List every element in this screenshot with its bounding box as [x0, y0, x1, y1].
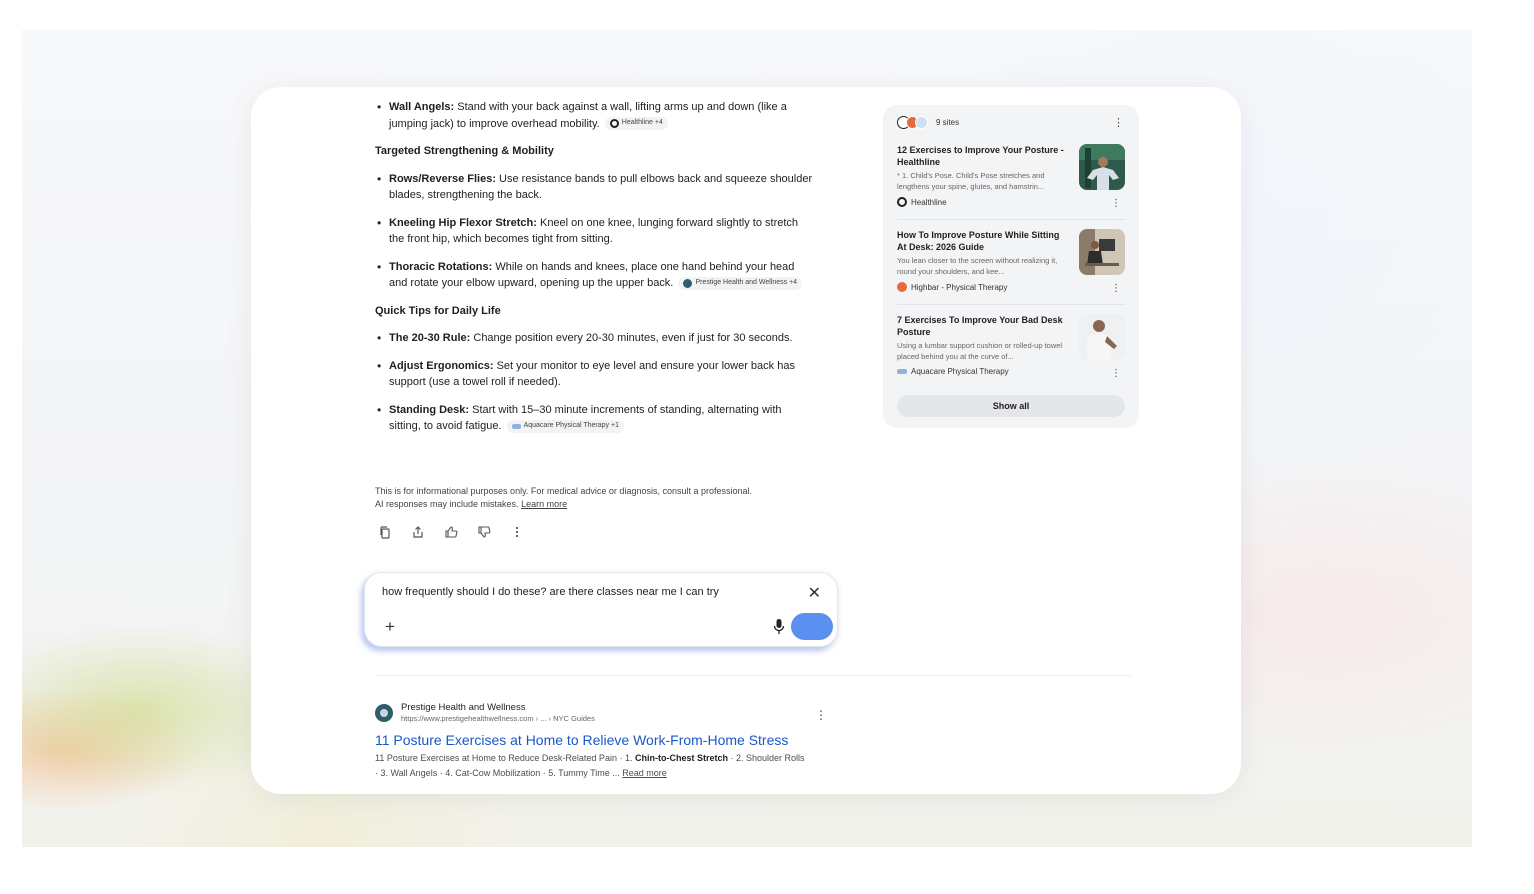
divider [897, 304, 1125, 305]
source-favicons [897, 116, 928, 129]
more-vert-icon[interactable]: ⋮ [1111, 198, 1121, 209]
result-url: https://www.prestigehealthwellness.com ›… [401, 714, 595, 723]
ai-disclaimer: This is for informational purposes only.… [375, 486, 753, 509]
section-heading: Quick Tips for Daily Life [375, 304, 501, 317]
send-button[interactable] [791, 613, 833, 640]
aquacare-icon [915, 116, 928, 129]
follow-up-input-box[interactable]: how frequently should I do these? are th… [364, 572, 838, 647]
mic-icon[interactable] [773, 618, 785, 636]
result-title-link[interactable]: 11 Posture Exercises at Home to Relieve … [375, 731, 835, 749]
healthline-icon [609, 119, 619, 129]
divider [897, 219, 1125, 220]
share-icon[interactable] [410, 524, 426, 540]
add-button[interactable]: + [378, 615, 402, 639]
result-source[interactable]: Prestige Health and Wellness https://www… [375, 702, 835, 724]
section-heading: Targeted Strengthening & Mobility [375, 145, 554, 157]
follow-up-input[interactable]: how frequently should I do these? are th… [382, 586, 719, 598]
list-item: Thoracic Rotations: While on hands and k… [375, 259, 815, 292]
sources-panel: 9 sites ⋮ 12 Exercises to Improve Your P… [883, 105, 1139, 428]
source-card[interactable]: How To Improve Posture While Sitting At … [897, 229, 1125, 294]
aquacare-icon [897, 369, 907, 374]
ai-answer-body: Wall Angels: Stand with your back agains… [375, 99, 815, 446]
source-card[interactable]: 7 Exercises To Improve Your Bad Desk Pos… [897, 314, 1125, 379]
list-item: Kneeling Hip Flexor Stretch: Kneel on on… [375, 215, 815, 248]
close-icon[interactable]: ✕ [808, 583, 821, 603]
source-thumbnail [1079, 314, 1125, 360]
list-item: Adjust Ergonomics: Set your monitor to e… [375, 358, 815, 391]
prestige-icon [683, 278, 693, 288]
source-thumbnail [1079, 144, 1125, 190]
result-more-icon[interactable]: ⋮ [815, 708, 827, 722]
learn-more-link[interactable]: Learn more [521, 499, 567, 509]
copy-icon[interactable] [377, 524, 393, 540]
healthline-icon [897, 197, 907, 207]
result-snippet: 11 Posture Exercises at Home to Reduce D… [375, 753, 805, 778]
more-vert-icon[interactable] [509, 524, 525, 540]
search-result: Prestige Health and Wellness https://www… [375, 702, 835, 781]
read-more-link[interactable]: Read more [622, 768, 667, 778]
list-item: Rows/Reverse Flies: Use resistance bands… [375, 171, 815, 204]
list-item: Standing Desk: Start with 15–30 minute i… [375, 402, 815, 435]
thumbs-down-icon[interactable] [476, 524, 492, 540]
source-card[interactable]: 12 Exercises to Improve Your Posture - H… [897, 144, 1125, 209]
sites-count: 9 sites [936, 118, 960, 127]
background-stage: Wall Angels: Stand with your back agains… [22, 30, 1472, 847]
search-results-card: Wall Angels: Stand with your back agains… [251, 87, 1241, 794]
divider [375, 675, 1131, 676]
more-vert-icon[interactable]: ⋮ [1111, 368, 1121, 379]
aquacare-icon [511, 423, 521, 429]
list-item: The 20-30 Rule: Change position every 20… [375, 330, 815, 347]
highbar-icon [897, 282, 907, 292]
citation-chip[interactable]: Prestige Health and Wellness +4 [678, 276, 803, 290]
more-vert-icon[interactable]: ⋮ [1111, 283, 1121, 294]
more-vert-icon[interactable]: ⋮ [1113, 116, 1124, 129]
sources-header: 9 sites [897, 116, 959, 129]
thumbs-up-icon[interactable] [443, 524, 459, 540]
result-site-name: Prestige Health and Wellness [401, 702, 526, 713]
prestige-favicon-icon [375, 704, 393, 722]
list-item: Wall Angels: Stand with your back agains… [375, 99, 815, 132]
citation-chip[interactable]: Healthline +4 [604, 117, 668, 131]
source-thumbnail [1079, 229, 1125, 275]
citation-chip[interactable]: Aquacare Physical Therapy +1 [506, 419, 624, 433]
answer-actions [377, 524, 525, 540]
show-all-button[interactable]: Show all [897, 395, 1125, 417]
